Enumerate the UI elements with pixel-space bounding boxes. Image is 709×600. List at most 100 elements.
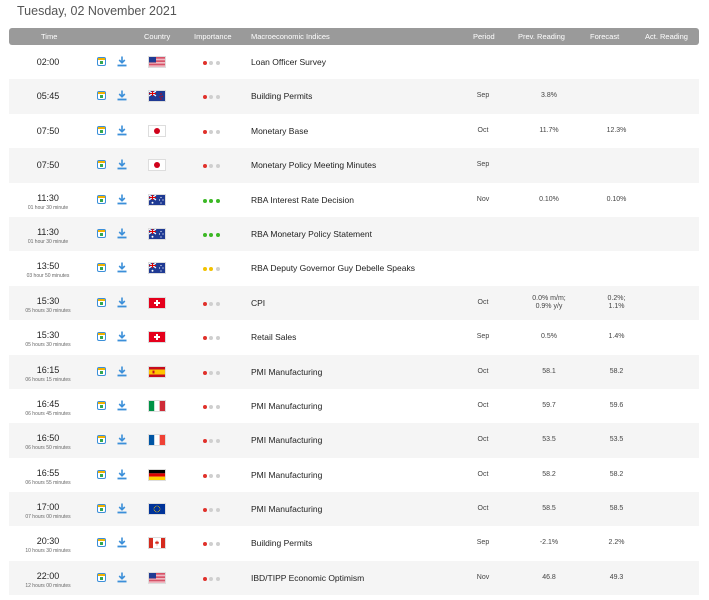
country-flag-icon	[148, 262, 166, 275]
add-to-calendar-icon[interactable]	[97, 400, 106, 410]
event-name[interactable]: Monetary Policy Meeting Minutes	[251, 160, 376, 170]
table-row[interactable]: 11:30 01 hour 30 minute RBA Interest Rat…	[9, 183, 699, 217]
add-to-calendar-icon[interactable]	[97, 332, 106, 342]
add-to-calendar-icon[interactable]	[97, 228, 106, 238]
download-icon[interactable]	[117, 503, 127, 515]
table-row[interactable]: 07:50 Monetary Base Oct 11.7% 12.3%	[9, 114, 699, 148]
previous-reading: 53.5	[542, 436, 556, 444]
country-flag-icon	[148, 571, 166, 584]
table-row[interactable]: 17:00 07 hours 00 minutes PMI Manufactur…	[9, 492, 699, 527]
previous-reading: 0.10%	[539, 195, 559, 203]
add-to-calendar-icon[interactable]	[97, 469, 106, 479]
event-name[interactable]: IBD/TIPP Economic Optimism	[251, 573, 364, 583]
table-row[interactable]: 05:45 Building Permits Sep 3.8%	[9, 79, 699, 114]
add-to-calendar-icon[interactable]	[97, 160, 106, 170]
time-remaining: 07 hours 00 minutes	[25, 514, 71, 521]
forecast-value: 0.10%	[606, 195, 627, 203]
download-icon[interactable]	[117, 125, 127, 137]
table-row[interactable]: 02:00 Loan Officer Survey	[9, 45, 699, 79]
download-icon[interactable]	[117, 159, 127, 171]
event-name[interactable]: Retail Sales	[251, 332, 296, 342]
table-row[interactable]: 16:15 06 hours 15 minutes PMI Manufactur…	[9, 354, 699, 389]
add-to-calendar-icon[interactable]	[97, 91, 106, 101]
event-time: 22:00	[36, 570, 60, 581]
table-row[interactable]: 15:30 05 hours 30 minutes CPI Oct 0.0% m…	[9, 285, 699, 321]
event-name[interactable]: PMI Manufacturing	[251, 435, 322, 445]
header-forecast: Forecast	[590, 32, 620, 41]
country-flag-icon	[148, 434, 166, 447]
importance-indicator	[203, 230, 222, 239]
event-period: Oct	[477, 505, 489, 513]
importance-dot	[209, 301, 214, 306]
table-row[interactable]: 11:30 01 hour 30 minute RBA Monetary Pol…	[9, 216, 699, 252]
download-icon[interactable]	[117, 469, 127, 481]
add-to-calendar-icon[interactable]	[97, 263, 106, 273]
table-body: 02:00 Loan Officer Survey 05:45 Building…	[9, 45, 699, 596]
download-icon[interactable]	[117, 194, 127, 206]
event-name[interactable]: PMI Manufacturing	[251, 504, 322, 514]
previous-reading: 58.1	[542, 367, 556, 375]
download-icon[interactable]	[117, 400, 127, 412]
download-icon[interactable]	[117, 331, 127, 343]
table-row[interactable]: 15:30 05 hours 30 minutes Retail Sales S…	[9, 320, 699, 354]
add-to-calendar-icon[interactable]	[97, 57, 106, 66]
importance-dot	[215, 301, 220, 306]
event-name[interactable]: PMI Manufacturing	[251, 367, 322, 377]
download-icon[interactable]	[117, 572, 127, 584]
event-name[interactable]: RBA Monetary Policy Statement	[251, 229, 372, 239]
importance-indicator	[203, 264, 222, 273]
importance-dot	[203, 95, 207, 100]
event-name[interactable]: RBA Deputy Governor Guy Debelle Speaks	[251, 263, 415, 273]
table-row[interactable]: 16:55 06 hours 55 minutes PMI Manufactur…	[9, 458, 699, 492]
table-row[interactable]: 16:50 06 hours 50 minutes PMI Manufactur…	[9, 423, 699, 458]
download-icon[interactable]	[117, 262, 127, 274]
forecast-value: 59.6	[609, 401, 624, 409]
forecast-value: 53.5	[609, 436, 624, 444]
table-row[interactable]: 22:00 12 hours 00 minutes IBD/TIPP Econo…	[9, 560, 699, 596]
header-prev-reading: Prev. Reading	[518, 32, 565, 41]
download-icon[interactable]	[117, 434, 127, 446]
event-name[interactable]: Building Permits	[251, 538, 312, 548]
add-to-calendar-icon[interactable]	[97, 538, 106, 548]
time-remaining: 03 hour 50 minutes	[26, 273, 70, 280]
importance-dot	[215, 576, 220, 581]
add-to-calendar-icon[interactable]	[97, 572, 106, 582]
forecast-value: 58.5	[609, 505, 624, 513]
importance-dot	[203, 576, 207, 581]
event-name[interactable]: RBA Interest Rate Decision	[251, 195, 354, 205]
event-name[interactable]: PMI Manufacturing	[251, 470, 322, 480]
add-to-calendar-icon[interactable]	[97, 366, 106, 376]
economic-calendar-table: Time Country Importance Macroeconomic In…	[9, 28, 699, 596]
download-icon[interactable]	[117, 90, 127, 102]
download-icon[interactable]	[117, 297, 127, 309]
add-to-calendar-icon[interactable]	[97, 194, 106, 204]
add-to-calendar-icon[interactable]	[97, 125, 106, 135]
importance-dot	[203, 301, 207, 306]
event-name[interactable]: Monetary Base	[251, 126, 308, 136]
event-period: Sep	[476, 539, 490, 547]
previous-reading: 59.7	[542, 401, 556, 409]
importance-dot	[209, 370, 214, 375]
event-period: Oct	[477, 298, 489, 306]
event-time: 20:30	[36, 536, 60, 547]
forecast-value: 12.3%	[606, 126, 627, 134]
download-icon[interactable]	[117, 56, 127, 68]
download-icon[interactable]	[117, 366, 127, 378]
event-name[interactable]: PMI Manufacturing	[251, 401, 322, 411]
table-row[interactable]: 13:50 03 hour 50 minutes RBA Deputy Gove…	[9, 251, 699, 285]
table-row[interactable]: 07:50 Monetary Policy Meeting Minutes Se…	[9, 148, 699, 183]
event-name[interactable]: CPI	[251, 298, 265, 308]
table-row[interactable]: 20:30 10 hours 30 minutes Building Permi…	[9, 526, 699, 560]
importance-dot	[203, 198, 207, 203]
event-name[interactable]: Building Permits	[251, 91, 312, 101]
add-to-calendar-icon[interactable]	[97, 504, 106, 514]
download-icon[interactable]	[117, 537, 127, 549]
add-to-calendar-icon[interactable]	[97, 435, 106, 445]
add-to-calendar-icon[interactable]	[97, 297, 106, 307]
table-row[interactable]: 16:45 06 hours 45 minutes PMI Manufactur…	[9, 389, 699, 423]
download-icon[interactable]	[117, 228, 127, 240]
event-period: Oct	[477, 401, 489, 409]
importance-dot	[215, 129, 220, 134]
importance-dot	[203, 542, 207, 547]
event-name[interactable]: Loan Officer Survey	[251, 57, 326, 67]
